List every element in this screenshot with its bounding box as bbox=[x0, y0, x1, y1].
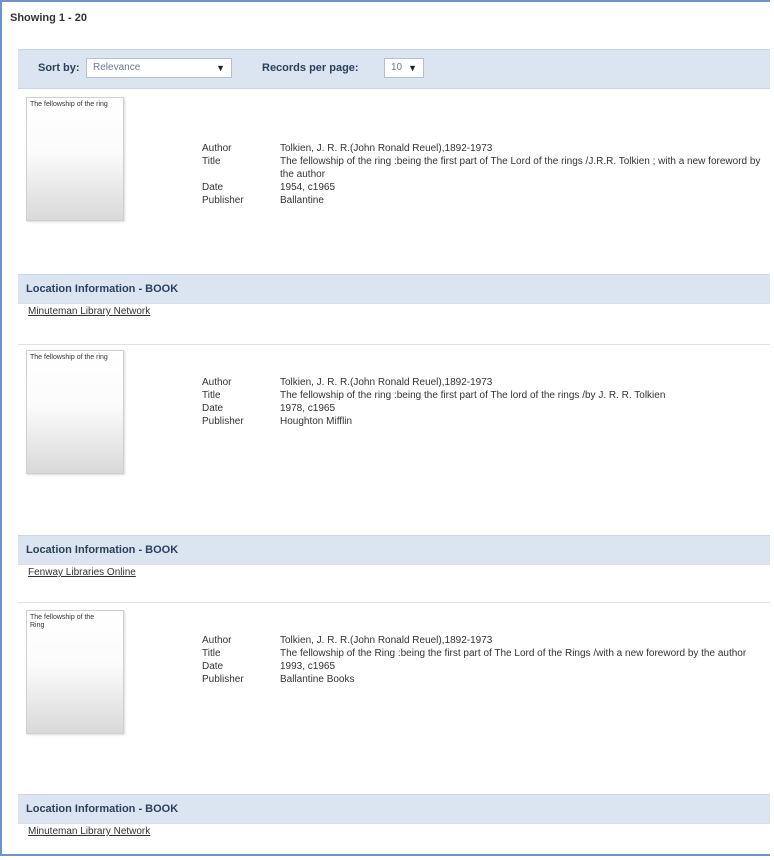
date-value: 1954, c1965 bbox=[280, 182, 336, 193]
publisher-label: Publisher bbox=[202, 416, 244, 427]
title-label: Title bbox=[202, 156, 221, 167]
author-label: Author bbox=[202, 377, 232, 388]
records-per-page-select[interactable]: 10 ▼ bbox=[384, 58, 424, 78]
record-metadata: Author Tolkien, J. R. R.(John Ronald Reue… bbox=[202, 634, 770, 686]
publisher-value: Houghton Mifflin bbox=[280, 416, 353, 427]
record-metadata: Author Tolkien, J. R. R.(John Ronald Reue… bbox=[202, 142, 770, 207]
location-header: Location Information - BOOK bbox=[26, 283, 179, 295]
sort-by-value: Relevance bbox=[93, 62, 141, 73]
title-value: The fellowship of the ring :being the fi… bbox=[280, 156, 761, 180]
author-label: Author bbox=[202, 143, 232, 154]
publisher-value: Ballantine bbox=[280, 195, 324, 206]
title-label: Title bbox=[202, 390, 221, 401]
title-value: The fellowship of the Ring :being the fi… bbox=[280, 648, 747, 659]
results-frame: Showing 1 - 20 Sort by: Relevance ▼ Reco… bbox=[0, 0, 770, 856]
cover-title: The fellowship of the ring bbox=[30, 101, 108, 108]
cover-thumbnail[interactable]: The fellowship of the Ring bbox=[26, 610, 124, 734]
sort-by-label: Sort by: bbox=[38, 62, 80, 74]
location-info: Location Information - BOOK Fenway Libra… bbox=[18, 535, 770, 583]
publisher-label: Publisher bbox=[202, 195, 244, 206]
library-row: Minuteman Library Network bbox=[18, 303, 770, 322]
record-divider bbox=[18, 602, 770, 603]
results-count: Showing 1 - 20 bbox=[10, 12, 88, 24]
dropdown-arrow-icon: ▼ bbox=[408, 63, 417, 73]
author-value: Tolkien, J. R. R.(John Ronald Reuel),189… bbox=[280, 143, 493, 154]
record-divider bbox=[18, 344, 770, 345]
sort-bar: Sort by: Relevance ▼ Records per page: 1… bbox=[18, 49, 770, 89]
date-label: Date bbox=[202, 403, 224, 414]
location-info: Location Information - BOOK Minuteman Li… bbox=[18, 274, 770, 322]
author-value: Tolkien, J. R. R.(John Ronald Reuel),189… bbox=[280, 635, 493, 646]
library-row: Minuteman Library Network bbox=[18, 823, 770, 842]
author-value: Tolkien, J. R. R.(John Ronald Reuel),189… bbox=[280, 377, 493, 388]
author-label: Author bbox=[202, 635, 232, 646]
publisher-label: Publisher bbox=[202, 674, 244, 685]
publisher-value: Ballantine Books bbox=[280, 674, 355, 685]
title-value: The fellowship of the ring :being the fi… bbox=[280, 390, 666, 401]
records-per-page-value: 10 bbox=[391, 62, 403, 73]
library-row: Fenway Libraries Online bbox=[18, 564, 770, 583]
date-value: 1978, c1965 bbox=[280, 403, 336, 414]
library-link[interactable]: Fenway Libraries Online bbox=[28, 567, 136, 578]
cover-title: The fellowship of the Ring bbox=[30, 614, 95, 629]
cover-title: The fellowship of the ring bbox=[30, 354, 108, 361]
cover-thumbnail[interactable]: The fellowship of the ring bbox=[26, 97, 124, 221]
record-metadata: Author Tolkien, J. R. R.(John Ronald Reue… bbox=[202, 376, 770, 428]
title-label: Title bbox=[202, 648, 221, 659]
cover-thumbnail[interactable]: The fellowship of the ring bbox=[26, 350, 124, 474]
date-label: Date bbox=[202, 661, 224, 672]
location-info: Location Information - BOOK Minuteman Li… bbox=[18, 794, 770, 842]
library-link[interactable]: Minuteman Library Network bbox=[28, 306, 150, 317]
location-header: Location Information - BOOK bbox=[26, 803, 179, 815]
location-header: Location Information - BOOK bbox=[26, 544, 179, 556]
date-label: Date bbox=[202, 182, 224, 193]
sort-by-select[interactable]: Relevance ▼ bbox=[86, 58, 232, 78]
library-link[interactable]: Minuteman Library Network bbox=[28, 826, 150, 837]
dropdown-arrow-icon: ▼ bbox=[216, 63, 225, 73]
date-value: 1993, c1965 bbox=[280, 661, 336, 672]
records-per-page-label: Records per page: bbox=[262, 62, 359, 74]
